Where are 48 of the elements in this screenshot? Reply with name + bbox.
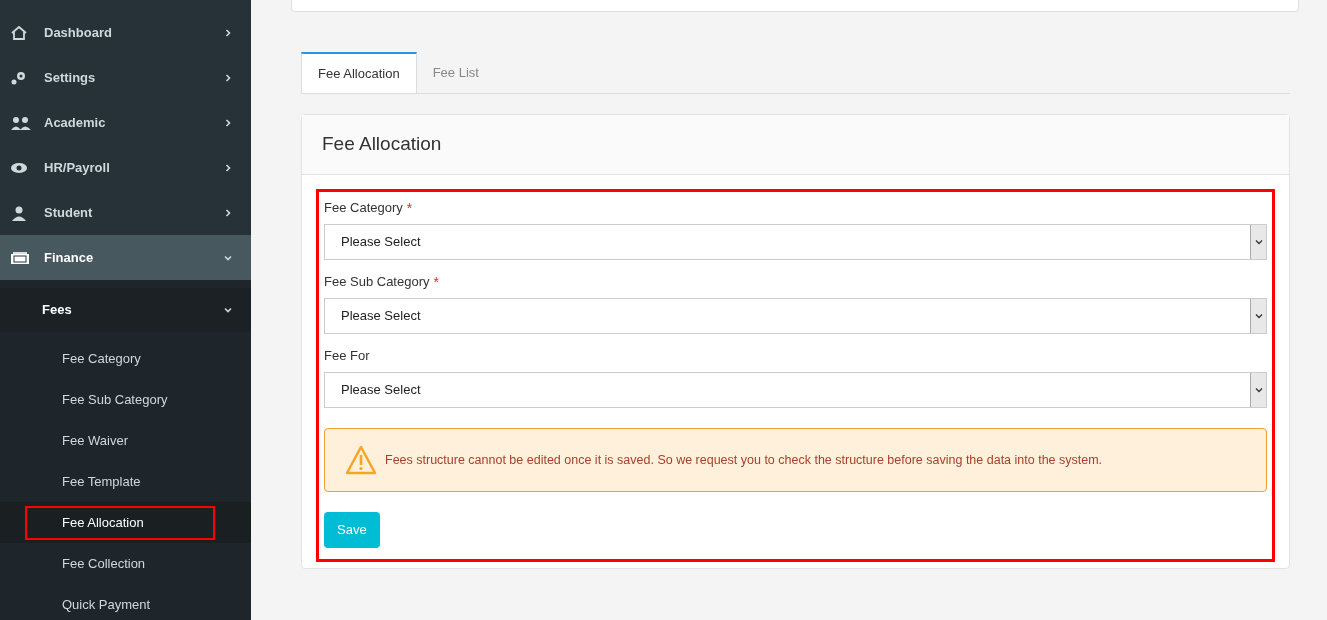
field-label: Fee For [324,347,370,366]
house-icon [10,24,28,41]
dropdown-button[interactable] [1250,299,1266,333]
submenu-item[interactable]: Fees [0,288,251,332]
tab[interactable]: Fee Allocation [301,52,417,93]
required-mark: * [433,272,439,292]
dropdown-button[interactable] [1250,373,1266,407]
user-icon [10,204,28,221]
chevron-down-icon [1253,385,1264,395]
chevron-down-icon [1253,311,1264,321]
sidebar-label: Finance [44,248,95,267]
warning-icon [345,445,377,475]
sidebar-item[interactable]: Dashboard [0,10,251,55]
menu-link[interactable]: Fee Category [0,338,251,379]
chevron-down-icon [1253,237,1264,247]
submenu-label: Fees [42,301,73,320]
field-label: Fee Category [324,199,403,218]
banknote-icon [10,249,30,266]
highlight-frame: Fee Allocation [25,505,215,540]
sidebar-item[interactable]: Finance [0,235,251,280]
card-title: Fee Allocation [322,132,442,157]
required-mark: * [406,198,413,218]
select-field[interactable]: Please Select [324,372,1267,408]
sidebar-label: Academic [44,113,107,132]
select-placeholder: Please Select [340,233,422,252]
menu-link[interactable]: Fee Template [0,461,251,502]
dropdown-button[interactable] [1250,225,1266,259]
sidebar-label: HR/Payroll [44,158,111,177]
select-field[interactable]: Please Select [324,298,1267,334]
menu-link[interactable]: Fee Waiver [0,420,251,461]
sidebar-item[interactable]: HR/Payroll [0,145,251,190]
menu-link[interactable]: Quick Payment [0,584,251,620]
sidebar-item[interactable]: Student [0,190,251,235]
gears-icon [10,69,28,86]
sidebar-item[interactable]: Settings [0,55,251,100]
select-field[interactable]: Please Select [324,224,1267,260]
sidebar-label: Settings [44,68,97,87]
menu-link[interactable]: Fee Collection [0,543,251,584]
field-label: Fee Sub Category [324,273,430,292]
select-placeholder: Please Select [340,381,422,400]
sidebar-item[interactable]: Academic [0,100,251,145]
sidebar-label: Student [44,203,94,222]
menu-link[interactable]: Fee Allocation [0,502,251,543]
warning-message: Fees structure cannot be edited once it is saved. So we request you to check the structure before saving the data into the system. [385,451,1103,469]
users-icon [10,114,32,131]
sidebar-label: Dashboard [44,23,113,42]
select-placeholder: Please Select [340,307,422,326]
menu-link[interactable]: Fee Sub Category [0,379,251,420]
